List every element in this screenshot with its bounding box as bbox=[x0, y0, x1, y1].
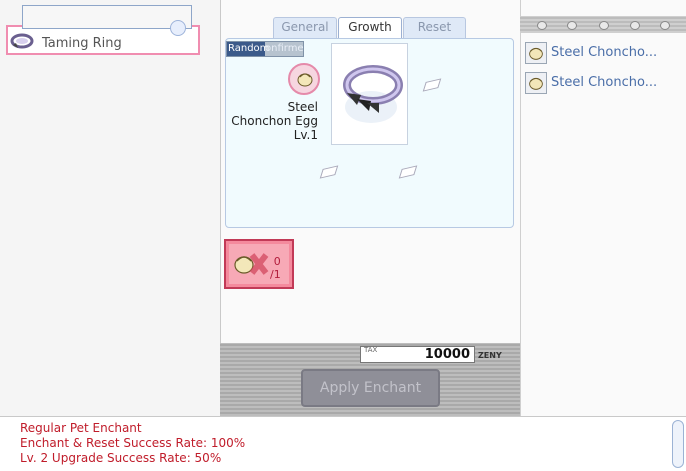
info-scrollbar[interactable] bbox=[672, 420, 684, 468]
taming-ring-image-icon bbox=[343, 65, 403, 123]
info-line-1: Regular Pet Enchant bbox=[20, 421, 142, 435]
equipment-item-frame bbox=[22, 5, 192, 29]
tab-general[interactable]: General bbox=[273, 17, 337, 38]
ring-icon bbox=[10, 33, 34, 49]
random-toggle-label-a: Random bbox=[228, 43, 270, 54]
material-slot[interactable]: 0 /1 bbox=[224, 239, 294, 289]
header-dot-icon bbox=[660, 21, 670, 30]
chonchon-icon bbox=[297, 73, 313, 87]
info-line-2: Enchant & Reset Success Rate: 100% bbox=[20, 436, 246, 450]
item-dot-icon bbox=[170, 20, 186, 36]
equipment-item-label: Taming Ring bbox=[42, 36, 122, 51]
equipment-list-panel bbox=[0, 0, 221, 416]
header-dot-icon bbox=[630, 21, 640, 30]
header-dot-icon bbox=[599, 21, 609, 30]
random-toggle-label-b: onfirme bbox=[265, 43, 304, 54]
zeny-label: ZENY bbox=[478, 351, 502, 360]
random-confirm-toggle[interactable]: Random onfirme bbox=[226, 41, 304, 57]
tab-growth[interactable]: Growth bbox=[338, 17, 402, 38]
tab-reset[interactable]: Reset bbox=[403, 17, 466, 38]
chonchon-icon bbox=[525, 42, 547, 64]
pet-egg-name-line1: Steel bbox=[287, 100, 318, 114]
result-list-item[interactable]: Steel Choncho... bbox=[522, 40, 684, 66]
chonchon-material-icon bbox=[234, 253, 269, 275]
pet-egg-level: Lv.1 bbox=[293, 128, 318, 142]
info-line-3: Lv. 2 Upgrade Success Rate: 50% bbox=[20, 451, 222, 465]
result-item-label: Steel Choncho... bbox=[551, 75, 658, 90]
result-list-item[interactable]: Steel Choncho... bbox=[522, 70, 684, 96]
material-have: 0 bbox=[273, 255, 281, 268]
pet-egg-name: Steel Chonchon Egg Lv.1 bbox=[228, 100, 318, 142]
tax-label: TAX bbox=[364, 346, 378, 354]
header-dot-icon bbox=[567, 21, 577, 30]
apply-enchant-button[interactable]: Apply Enchant bbox=[301, 369, 440, 407]
chonchon-icon bbox=[525, 72, 547, 94]
tax-value: 10000 bbox=[424, 347, 470, 362]
material-need: /1 bbox=[270, 268, 281, 281]
result-item-label: Steel Choncho... bbox=[551, 45, 658, 60]
pet-egg-name-line2: Chonchon Egg bbox=[231, 114, 318, 128]
material-count: 0 /1 bbox=[270, 255, 281, 281]
header-dot-icon bbox=[537, 21, 547, 30]
